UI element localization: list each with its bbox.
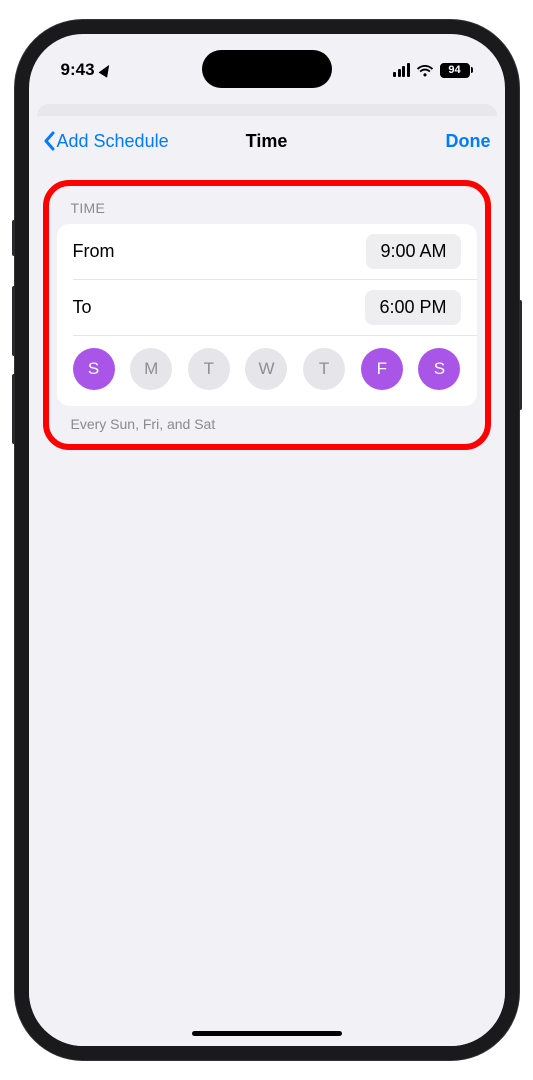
- days-selector: S M T W T F S: [57, 336, 477, 406]
- volume-down-button: [12, 374, 15, 444]
- volume-up-button: [12, 286, 15, 356]
- modal-sheet: Add Schedule Time Done TIME From 9:00 AM: [29, 116, 505, 1046]
- page-title: Time: [246, 131, 288, 152]
- day-toggle-sat[interactable]: S: [418, 348, 460, 390]
- dynamic-island: [202, 50, 332, 88]
- home-indicator[interactable]: [192, 1031, 342, 1036]
- back-label: Add Schedule: [57, 131, 169, 152]
- battery-indicator: 94: [440, 63, 473, 78]
- day-toggle-fri[interactable]: F: [361, 348, 403, 390]
- chevron-left-icon: [43, 131, 55, 151]
- day-toggle-tue[interactable]: T: [188, 348, 230, 390]
- section-header: TIME: [57, 196, 477, 224]
- day-toggle-mon[interactable]: M: [130, 348, 172, 390]
- status-time: 9:43: [61, 60, 95, 80]
- to-label: To: [73, 297, 92, 318]
- to-time-picker[interactable]: 6:00 PM: [365, 290, 460, 325]
- day-toggle-wed[interactable]: W: [245, 348, 287, 390]
- schedule-summary: Every Sun, Fri, and Sat: [57, 406, 477, 432]
- battery-percent: 94: [448, 64, 460, 76]
- navigation-bar: Add Schedule Time Done: [29, 116, 505, 166]
- cellular-signal-icon: [393, 63, 410, 77]
- from-label: From: [73, 241, 115, 262]
- wifi-icon: [416, 64, 434, 77]
- day-toggle-thu[interactable]: T: [303, 348, 345, 390]
- back-button[interactable]: Add Schedule: [43, 131, 169, 152]
- from-row: From 9:00 AM: [57, 224, 477, 279]
- done-button[interactable]: Done: [446, 131, 491, 152]
- to-row: To 6:00 PM: [57, 280, 477, 335]
- power-button: [519, 300, 522, 410]
- highlight-annotation: TIME From 9:00 AM To 6:00 PM: [43, 180, 491, 450]
- time-card: From 9:00 AM To 6:00 PM S M T: [57, 224, 477, 406]
- phone-frame: 9:43 94 Add: [15, 20, 519, 1060]
- day-toggle-sun[interactable]: S: [73, 348, 115, 390]
- location-icon: [98, 62, 113, 77]
- from-time-picker[interactable]: 9:00 AM: [366, 234, 460, 269]
- mute-switch: [12, 220, 15, 256]
